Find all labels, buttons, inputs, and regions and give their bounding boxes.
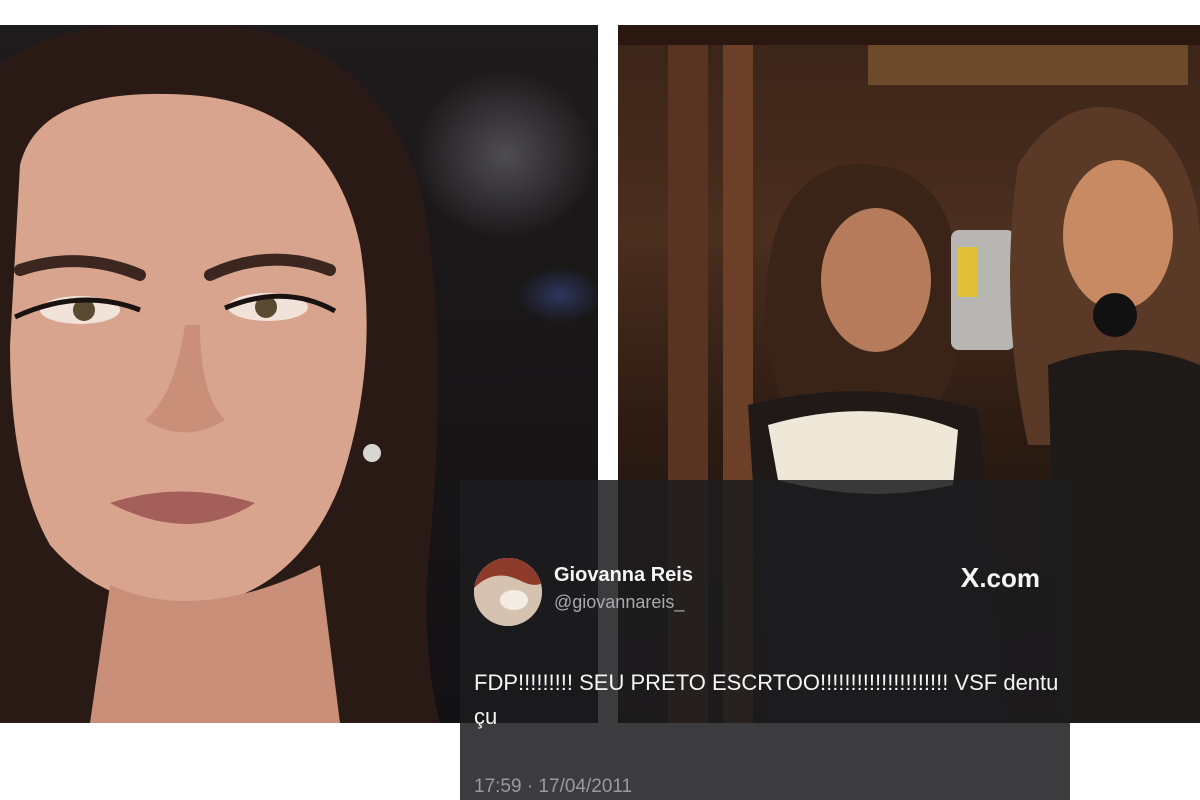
tweet-display-name[interactable]: Giovanna Reis (554, 564, 693, 587)
tweet-timestamp[interactable]: 17:59 · 17/04/2011 (474, 776, 632, 798)
avatar-image-icon (474, 558, 542, 626)
x-brand-suffix: .com (979, 563, 1040, 593)
tweet-body-text: FDP!!!!!!!!! SEU PRETO ESCRTOO!!!!!!!!!!… (474, 670, 1059, 729)
x-logo-icon: X (960, 562, 980, 593)
tweet-handle[interactable]: @giovannareis_ (554, 592, 684, 613)
user-avatar[interactable] (474, 558, 542, 626)
tweet-card: Giovanna Reis @giovannareis_ X.com FDP!!… (460, 480, 1070, 800)
x-brand-logo: X.com (961, 562, 1040, 594)
